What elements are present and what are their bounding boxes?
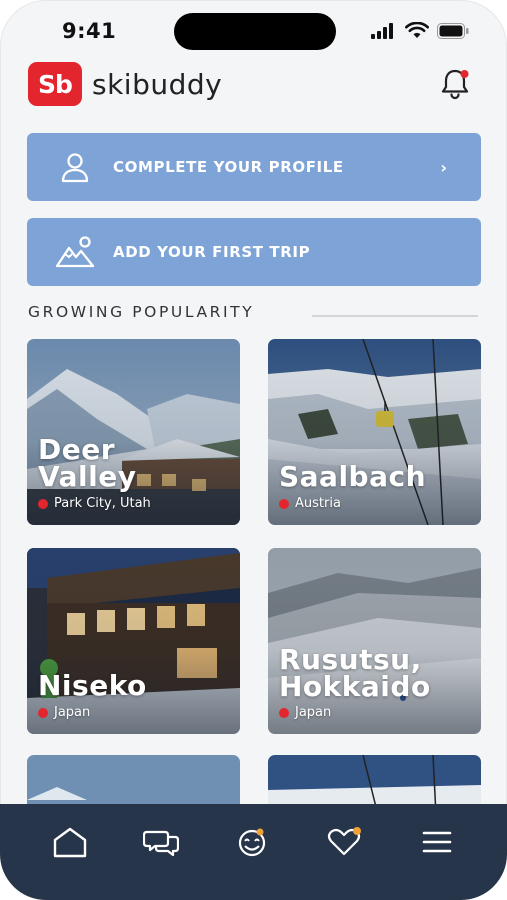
- resort-name: Niseko: [38, 669, 147, 702]
- person-icon: [51, 147, 99, 187]
- app-name: skibuddy: [92, 68, 223, 101]
- tab-menu[interactable]: [417, 822, 457, 862]
- status-time: 9:41: [62, 19, 117, 43]
- resort-location: Austria: [279, 496, 341, 511]
- resort-location: Japan: [38, 705, 90, 720]
- buddies-icon: [238, 828, 266, 857]
- resort-card-rusutsu[interactable]: Rusutsu, Hokkaido Japan: [268, 548, 481, 734]
- chevron-right-icon: ›: [440, 157, 447, 177]
- menu-icon: [422, 831, 452, 853]
- section-title: GROWING POPULARITY: [28, 303, 255, 321]
- location-pin-icon: [279, 498, 289, 509]
- phone-screen: 9:41 Sb skibuddy COMPLETE YOUR PROFILE ›…: [0, 0, 507, 900]
- tab-favorites[interactable]: [324, 822, 364, 862]
- chat-icon: [143, 830, 179, 857]
- logo-badge[interactable]: Sb: [28, 62, 82, 106]
- tab-home[interactable]: [50, 822, 90, 862]
- status-bar: 9:41: [0, 0, 507, 60]
- dynamic-island: [174, 13, 336, 50]
- app-header: Sb skibuddy: [0, 60, 507, 112]
- home-icon: [53, 827, 87, 858]
- section-divider: [312, 315, 478, 317]
- resort-location: Park City, Utah: [38, 496, 151, 511]
- favorites-icon: [327, 827, 361, 856]
- resort-name: Deer Valley: [38, 433, 137, 493]
- tab-buddies[interactable]: [232, 822, 272, 862]
- mountain-icon: [51, 232, 99, 272]
- notification-bell-icon[interactable]: [437, 66, 473, 102]
- resort-card-saalbach[interactable]: Saalbach Austria: [268, 339, 481, 525]
- location-pin-icon: [38, 498, 48, 509]
- resort-card-deer-valley[interactable]: Deer Valley Park City, Utah: [27, 339, 240, 525]
- complete-profile-label: COMPLETE YOUR PROFILE: [113, 158, 344, 176]
- complete-profile-button[interactable]: COMPLETE YOUR PROFILE ›: [27, 133, 481, 201]
- location-pin-icon: [38, 707, 48, 718]
- resort-location: Japan: [279, 705, 331, 720]
- battery-icon: [437, 22, 469, 39]
- location-pin-icon: [279, 707, 289, 718]
- signal-icon: [371, 22, 393, 39]
- resort-name: Rusutsu, Hokkaido: [279, 643, 431, 703]
- wifi-icon: [405, 22, 429, 38]
- tab-chat[interactable]: [141, 822, 181, 862]
- logo-mark: Sb: [38, 69, 73, 99]
- status-icons: [371, 22, 469, 39]
- resort-name: Saalbach: [279, 460, 427, 493]
- add-first-trip-button[interactable]: ADD YOUR FIRST TRIP: [27, 218, 481, 286]
- resort-card-niseko[interactable]: Niseko Japan: [27, 548, 240, 734]
- bottom-tab-bar: [0, 804, 507, 900]
- add-first-trip-label: ADD YOUR FIRST TRIP: [113, 243, 311, 261]
